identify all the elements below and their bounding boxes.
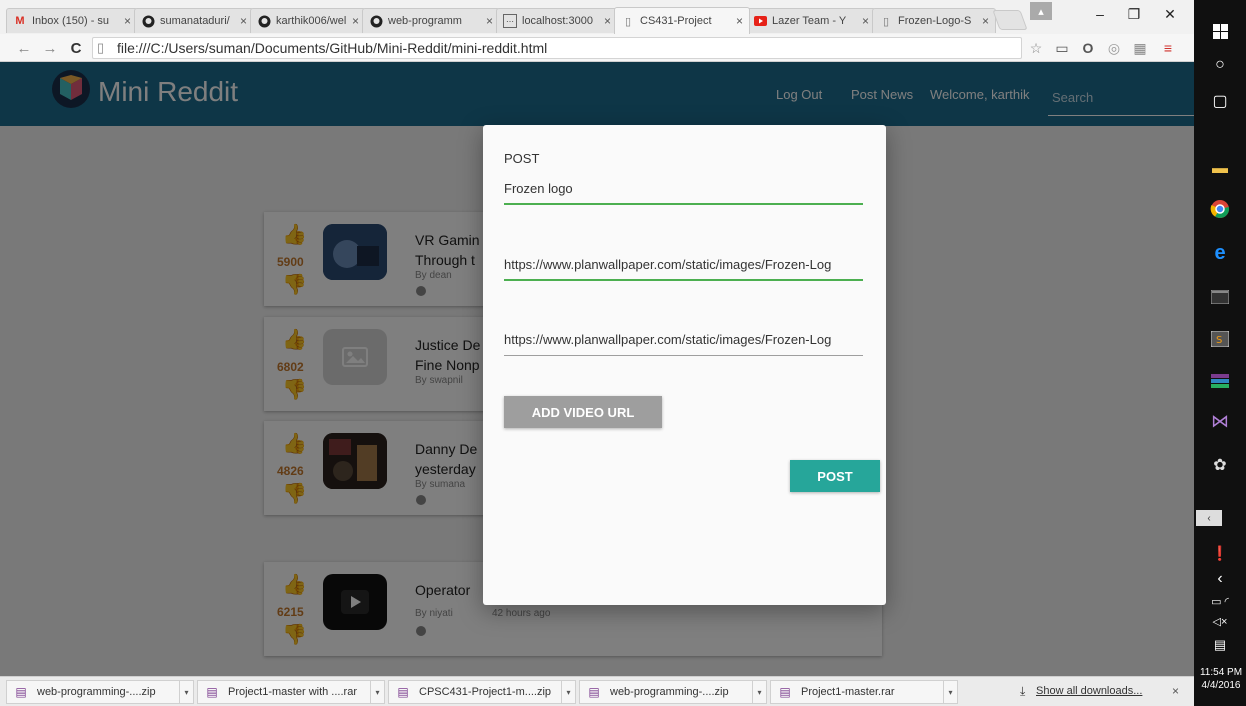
paint-icon[interactable]: ✿	[1207, 452, 1233, 478]
address-bar[interactable]: ▯ file:///C:/Users/suman/Documents/GitHu…	[92, 37, 1022, 59]
file-explorer-icon[interactable]: ▬	[1207, 156, 1233, 182]
github-icon	[141, 14, 155, 28]
terminal-icon[interactable]	[1207, 284, 1233, 310]
restore-icon[interactable]: ❐	[1120, 4, 1148, 24]
close-icon[interactable]: ×	[124, 14, 131, 28]
profile-icon[interactable]: ▴	[1030, 2, 1052, 20]
tab-cs431-project[interactable]: ▯ CS431-Project ×	[614, 7, 750, 34]
tab-strip: M Inbox (150) - su × sumanataduri/ × kar…	[0, 0, 1194, 34]
download-item[interactable]: ▤ web-programming-....zip ▾	[6, 680, 194, 704]
chevron-down-icon[interactable]: ▾	[752, 681, 766, 703]
sublime-icon[interactable]: S	[1207, 326, 1233, 352]
chevron-down-icon[interactable]: ▾	[370, 681, 384, 703]
post-image-url-input[interactable]	[504, 324, 863, 356]
reload-icon[interactable]: C	[66, 38, 86, 58]
new-tab-button[interactable]	[992, 10, 1028, 30]
github-icon	[369, 14, 383, 28]
cast-icon[interactable]: ▭	[1052, 39, 1072, 57]
downloads-bar: ▤ web-programming-....zip ▾ ▤ Project1-m…	[0, 676, 1194, 706]
post-url-input[interactable]	[504, 249, 863, 281]
close-icon[interactable]: ×	[862, 14, 869, 28]
tab-frozen-logo[interactable]: ▯ Frozen-Logo-S ×	[872, 8, 996, 33]
modal-heading: POST	[504, 151, 540, 166]
action-center-icon[interactable]: ▤	[1207, 632, 1233, 658]
post-submit-button[interactable]: POST	[790, 460, 880, 492]
windows-start-icon[interactable]	[1207, 18, 1233, 44]
close-icon[interactable]: ×	[486, 14, 493, 28]
browser-window: M Inbox (150) - su × sumanataduri/ × kar…	[0, 0, 1194, 706]
archive-icon: ▤	[588, 685, 600, 699]
edge-icon[interactable]: e	[1207, 240, 1233, 266]
opera-icon[interactable]: O	[1078, 39, 1098, 57]
archive-icon: ▤	[15, 685, 27, 699]
tab-github-1[interactable]: sumanataduri/ ×	[134, 8, 254, 33]
close-icon[interactable]: ×	[1172, 684, 1179, 698]
show-all-downloads-link[interactable]: Show all downloads...	[1036, 685, 1142, 697]
visual-studio-icon[interactable]: ⋈	[1207, 408, 1233, 434]
archive-icon: ▤	[779, 685, 791, 699]
minimize-icon[interactable]: –	[1086, 4, 1114, 24]
close-icon[interactable]: ×	[352, 14, 359, 28]
download-item[interactable]: ▤ Project1-master with ....rar ▾	[197, 680, 385, 704]
download-icon: ⤓	[1020, 684, 1026, 698]
browser-toolbar: ← → C ▯ file:///C:/Users/suman/Documents…	[0, 34, 1194, 62]
tab-youtube[interactable]: Lazer Team - Y ×	[746, 8, 876, 33]
page-icon: ▯	[624, 15, 632, 28]
tab-gmail[interactable]: M Inbox (150) - su ×	[6, 8, 138, 33]
page-icon: ▯	[97, 40, 105, 55]
close-icon[interactable]: ×	[604, 14, 611, 28]
menu-icon[interactable]: ≡	[1158, 39, 1178, 57]
archive-icon: ▤	[206, 685, 218, 699]
tab-github-2[interactable]: karthik006/wel ×	[250, 8, 366, 33]
extension-icon[interactable]: ◎	[1104, 39, 1124, 57]
page-icon: ▯	[882, 15, 890, 28]
volume-mute-icon[interactable]: ◁×	[1207, 608, 1233, 634]
chrome-icon[interactable]	[1207, 196, 1233, 222]
add-video-url-button[interactable]: ADD VIDEO URL	[504, 396, 662, 428]
download-item[interactable]: ▤ web-programming-....zip ▾	[579, 680, 767, 704]
winrar-icon[interactable]	[1207, 368, 1233, 394]
back-icon[interactable]: ←	[14, 38, 34, 58]
tab-github-3[interactable]: web-programm ×	[362, 8, 500, 33]
cortana-icon[interactable]: ○	[1207, 52, 1233, 78]
notification-alert-icon[interactable]: ❗	[1207, 540, 1233, 566]
page-viewport: Mini Reddit Log Out Post News Welcome, k…	[0, 62, 1194, 676]
youtube-icon	[753, 14, 767, 28]
window-close-icon[interactable]: ✕	[1156, 4, 1184, 24]
post-modal: POST ADD VIDEO URL POST	[483, 125, 886, 605]
url-text: file:///C:/Users/suman/Documents/GitHub/…	[117, 40, 548, 56]
forward-icon[interactable]: →	[40, 38, 60, 58]
close-icon[interactable]: ×	[736, 14, 743, 28]
close-icon[interactable]: ×	[240, 14, 247, 28]
windows-taskbar: ○ ▢ ▬ e S ⋈ ✿ ‹ ❗ ‹ ▭ ◜ ◁× ▤ 11:54 PM 4/…	[1194, 0, 1246, 706]
chevron-down-icon[interactable]: ▾	[943, 681, 957, 703]
archive-icon: ▤	[397, 685, 409, 699]
tab-localhost[interactable]: ⋯ localhost:3000 ×	[496, 8, 618, 33]
chevron-down-icon[interactable]: ▾	[561, 681, 575, 703]
download-item[interactable]: ▤ CPSC431-Project1-m....zip ▾	[388, 680, 576, 704]
chevron-down-icon[interactable]: ▾	[179, 681, 193, 703]
github-icon	[257, 14, 271, 28]
close-icon[interactable]: ×	[982, 14, 989, 28]
bookmark-star-icon[interactable]: ☆	[1026, 39, 1046, 57]
gmail-icon: M	[15, 15, 25, 27]
system-clock[interactable]: 11:54 PM 4/4/2016	[1196, 666, 1246, 692]
puzzle-icon[interactable]: ▦	[1130, 39, 1150, 57]
post-title-input[interactable]	[504, 173, 863, 205]
download-item[interactable]: ▤ Project1-master.rar ▾	[770, 680, 958, 704]
local-icon: ⋯	[503, 14, 517, 28]
scroll-left-icon[interactable]: ‹	[1196, 510, 1222, 526]
task-view-icon[interactable]: ▢	[1207, 88, 1233, 114]
svg-text:S: S	[1216, 335, 1222, 346]
